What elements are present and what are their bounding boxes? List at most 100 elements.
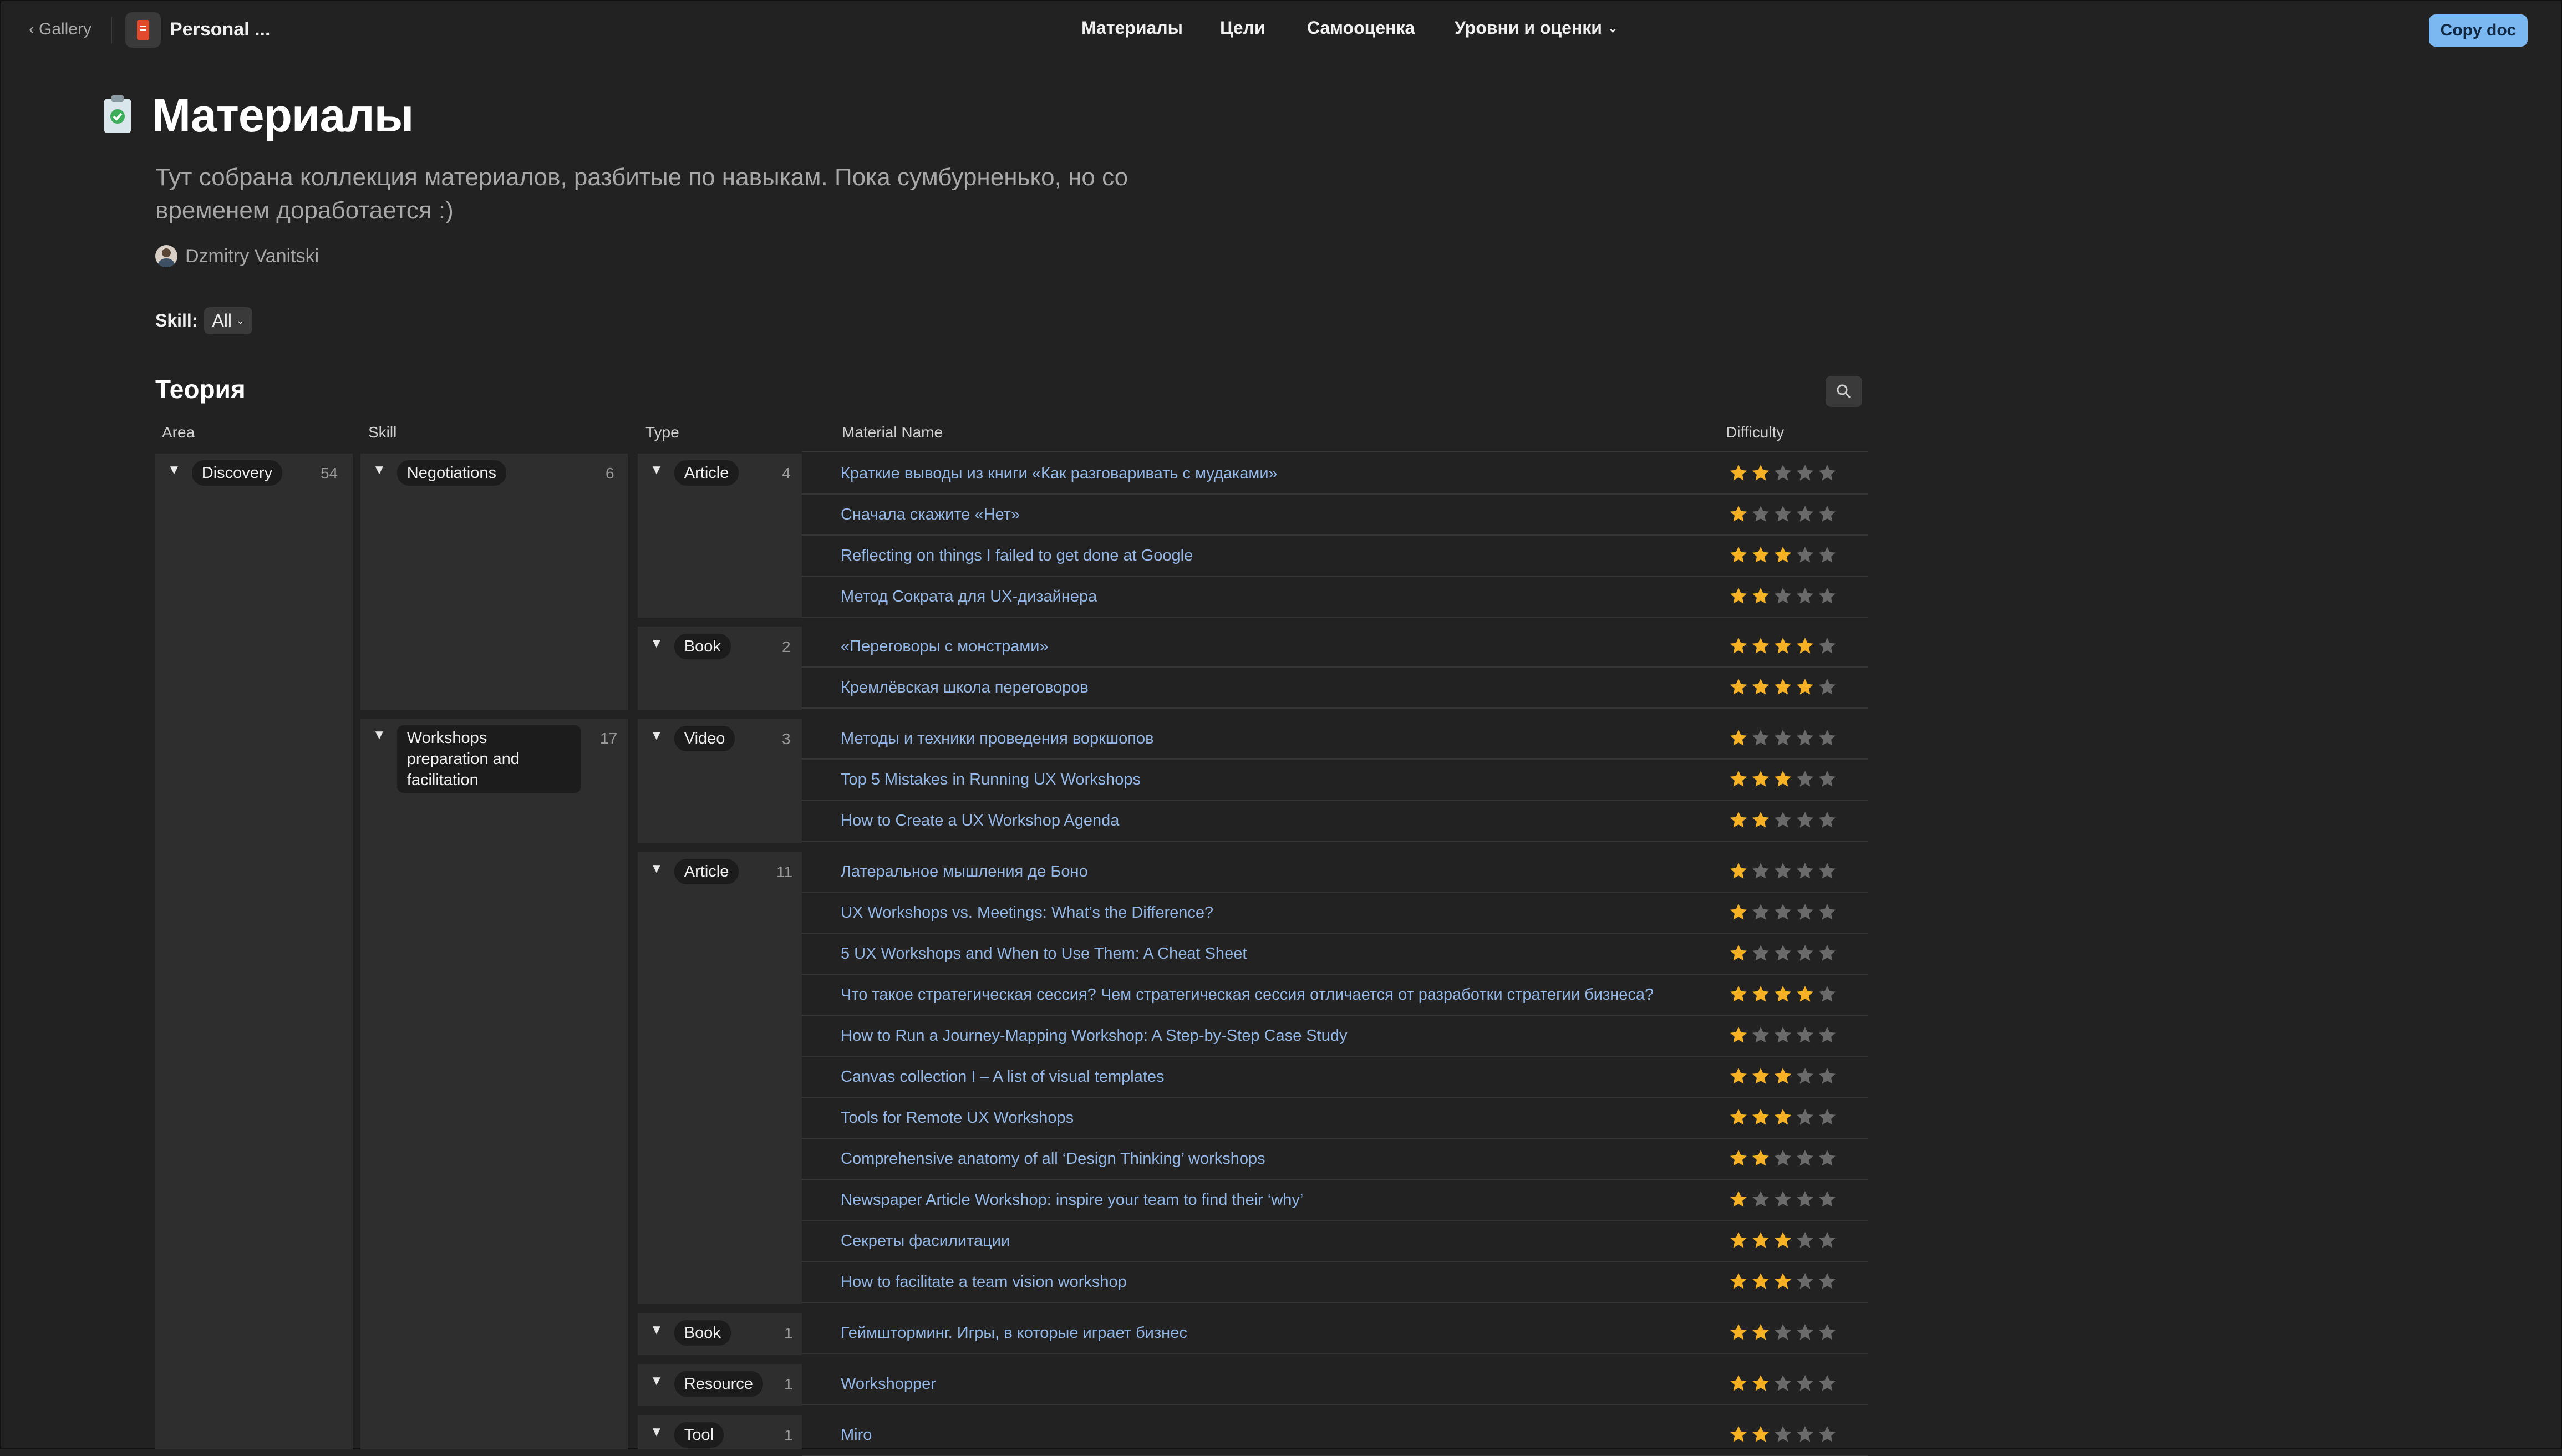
material-name-link[interactable]: 5 UX Workshops and When to Use Them: A C… (841, 945, 1247, 963)
table-row[interactable]: Reflecting on things I failed to get don… (802, 536, 1868, 577)
difficulty-rating[interactable] (1729, 1272, 1837, 1291)
material-name-link[interactable]: How to Run a Journey-Mapping Workshop: A… (841, 1027, 1347, 1045)
type-cell[interactable]: ▼ Article (650, 460, 739, 486)
type-cell[interactable]: ▼ Video (650, 726, 735, 751)
column-skill[interactable]: Skill (368, 424, 396, 441)
gallery-back-link[interactable]: ‹ Gallery (29, 20, 92, 39)
difficulty-rating[interactable] (1729, 985, 1837, 1004)
skill-filter-select[interactable]: All ⌄ (204, 307, 253, 334)
difficulty-rating[interactable] (1729, 1067, 1837, 1086)
table-row[interactable]: Латеральное мышления де Боно (802, 852, 1868, 893)
column-area[interactable]: Area (162, 424, 195, 441)
triangle-down-icon[interactable]: ▼ (650, 462, 663, 478)
table-row[interactable]: How to Create a UX Workshop Agenda (802, 801, 1868, 842)
table-row[interactable]: Newspaper Article Workshop: inspire your… (802, 1180, 1868, 1221)
material-name-link[interactable]: Reflecting on things I failed to get don… (841, 547, 1193, 565)
triangle-down-icon[interactable]: ▼ (373, 727, 386, 743)
material-name-link[interactable]: UX Workshops vs. Meetings: What’s the Di… (841, 904, 1213, 922)
difficulty-rating[interactable] (1729, 1323, 1837, 1342)
skill-workshops[interactable]: ▼ Workshops preparation and facilitation (373, 725, 581, 793)
search-button[interactable] (1826, 376, 1862, 407)
difficulty-rating[interactable] (1729, 464, 1837, 482)
material-name-link[interactable]: Workshopper (841, 1375, 936, 1393)
table-row[interactable]: Методы и техники проведения воркшопов (802, 719, 1868, 760)
difficulty-rating[interactable] (1729, 546, 1837, 564)
difficulty-rating[interactable] (1729, 1149, 1837, 1168)
triangle-down-icon[interactable]: ▼ (650, 1424, 663, 1440)
difficulty-rating[interactable] (1729, 944, 1837, 963)
triangle-down-icon[interactable]: ▼ (373, 462, 386, 478)
material-name-link[interactable]: Сначала скажите «Нет» (841, 506, 1020, 524)
material-name-link[interactable]: Comprehensive anatomy of all ‘Design Thi… (841, 1150, 1265, 1168)
table-row[interactable]: Workshopper (802, 1364, 1868, 1405)
difficulty-rating[interactable] (1729, 637, 1837, 655)
triangle-down-icon[interactable]: ▼ (650, 1322, 663, 1338)
table-row[interactable]: Что такое стратегическая сессия? Чем стр… (802, 975, 1868, 1016)
material-name-link[interactable]: Методы и техники проведения воркшопов (841, 730, 1154, 748)
column-type[interactable]: Type (645, 424, 679, 441)
material-name-link[interactable]: Что такое стратегическая сессия? Чем стр… (841, 986, 1654, 1004)
material-name-link[interactable]: Краткие выводы из книги «Как разговарива… (841, 465, 1278, 483)
table-row[interactable]: Метод Сократа для UX-дизайнера (802, 577, 1868, 618)
doc-icon[interactable] (125, 12, 161, 48)
table-row[interactable]: Краткие выводы из книги «Как разговарива… (802, 454, 1868, 495)
material-name-link[interactable]: Секреты фасилитации (841, 1232, 1010, 1250)
type-cell[interactable]: ▼ Tool (650, 1422, 724, 1448)
difficulty-rating[interactable] (1729, 729, 1837, 747)
material-name-link[interactable]: Top 5 Mistakes in Running UX Workshops (841, 771, 1141, 789)
material-name-link[interactable]: «Переговоры с монстрами» (841, 638, 1049, 656)
table-row[interactable]: Кремлёвская школа переговоров (802, 668, 1868, 709)
difficulty-rating[interactable] (1729, 1190, 1837, 1209)
author[interactable]: Dzmitry Vanitski (155, 245, 319, 267)
table-row[interactable]: Top 5 Mistakes in Running UX Workshops (802, 760, 1868, 801)
material-name-link[interactable]: Кремлёвская школа переговоров (841, 679, 1089, 697)
area-discovery[interactable]: ▼ Discovery (167, 460, 283, 486)
material-name-link[interactable]: Tools for Remote UX Workshops (841, 1109, 1074, 1127)
table-row[interactable]: How to facilitate a team vision workshop (802, 1262, 1868, 1303)
difficulty-rating[interactable] (1729, 903, 1837, 922)
table-row[interactable]: How to Run a Journey-Mapping Workshop: A… (802, 1016, 1868, 1057)
material-name-link[interactable]: Геймшторминг. Игры, в которые играет биз… (841, 1324, 1187, 1342)
material-name-link[interactable]: Canvas collection I – A list of visual t… (841, 1068, 1165, 1086)
material-name-link[interactable]: Латеральное мышления де Боно (841, 863, 1088, 881)
column-material-name[interactable]: Material Name (842, 424, 943, 441)
nav-goals[interactable]: Цели (1220, 18, 1265, 38)
type-cell[interactable]: ▼ Resource (650, 1371, 763, 1397)
table-row[interactable]: Canvas collection I – A list of visual t… (802, 1057, 1868, 1098)
table-row[interactable]: «Переговоры с монстрами» (802, 627, 1868, 668)
table-row[interactable]: Tools for Remote UX Workshops (802, 1098, 1868, 1139)
difficulty-rating[interactable] (1729, 862, 1837, 880)
triangle-down-icon[interactable]: ▼ (167, 462, 181, 478)
difficulty-rating[interactable] (1729, 1374, 1837, 1393)
nav-levels[interactable]: Уровни и оценки ⌄ (1455, 18, 1618, 38)
difficulty-rating[interactable] (1729, 505, 1837, 523)
table-row[interactable]: Геймшторминг. Игры, в которые играет биз… (802, 1313, 1868, 1354)
nav-materials[interactable]: Материалы (1081, 18, 1183, 38)
triangle-down-icon[interactable]: ▼ (650, 861, 663, 877)
material-name-link[interactable]: Newspaper Article Workshop: inspire your… (841, 1191, 1303, 1209)
difficulty-rating[interactable] (1729, 678, 1837, 696)
difficulty-rating[interactable] (1729, 1026, 1837, 1045)
difficulty-rating[interactable] (1729, 770, 1837, 788)
material-name-link[interactable]: Miro (841, 1426, 872, 1444)
type-cell[interactable]: ▼ Book (650, 1320, 731, 1346)
difficulty-rating[interactable] (1729, 811, 1837, 829)
triangle-down-icon[interactable]: ▼ (650, 1373, 663, 1389)
material-name-link[interactable]: How to facilitate a team vision workshop (841, 1273, 1127, 1291)
nav-self-assessment[interactable]: Самооценка (1307, 18, 1415, 38)
material-name-link[interactable]: Метод Сократа для UX-дизайнера (841, 588, 1097, 606)
difficulty-rating[interactable] (1729, 587, 1837, 605)
table-row[interactable]: Секреты фасилитации (802, 1221, 1868, 1262)
material-name-link[interactable]: How to Create a UX Workshop Agenda (841, 812, 1119, 830)
table-row[interactable]: Сначала скажите «Нет» (802, 495, 1868, 536)
table-row[interactable]: 5 UX Workshops and When to Use Them: A C… (802, 934, 1868, 975)
skill-negotiations[interactable]: ▼ Negotiations (373, 460, 506, 486)
type-cell[interactable]: ▼ Book (650, 634, 731, 659)
doc-title[interactable]: Personal ... (170, 19, 270, 40)
difficulty-rating[interactable] (1729, 1231, 1837, 1250)
type-cell[interactable]: ▼ Article (650, 859, 739, 884)
triangle-down-icon[interactable]: ▼ (650, 728, 663, 744)
table-row[interactable]: UX Workshops vs. Meetings: What’s the Di… (802, 893, 1868, 934)
triangle-down-icon[interactable]: ▼ (650, 636, 663, 651)
table-row[interactable]: Miro (802, 1415, 1868, 1456)
